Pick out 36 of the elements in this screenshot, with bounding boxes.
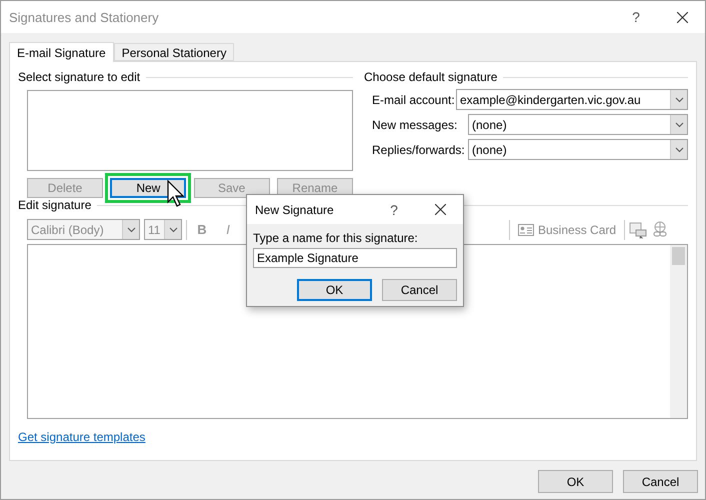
dialog-button[interactable]: OK — [297, 279, 372, 301]
field-label: Replies/forwards: — [372, 142, 466, 156]
section-heading: Select signature to edit — [18, 70, 140, 84]
dialog-button[interactable]: Cancel — [623, 470, 698, 493]
tab[interactable]: Personal Stationery — [114, 43, 234, 61]
close-icon[interactable] — [434, 204, 446, 215]
chevron-down-icon — [674, 146, 684, 152]
close-icon[interactable] — [676, 12, 688, 22]
chevron-down-icon — [126, 226, 136, 232]
field-label: E-mail account: — [372, 92, 456, 106]
section-heading: Edit signature — [18, 198, 92, 212]
dialog-button[interactable]: OK — [538, 470, 613, 493]
help-button[interactable]: ? — [613, 9, 659, 25]
tab[interactable]: E-mail Signature — [9, 42, 114, 62]
signature-editor[interactable] — [27, 244, 688, 419]
chevron-down-icon — [674, 122, 684, 128]
chevron-down-icon — [168, 226, 178, 232]
section-heading: Choose default signature — [364, 70, 498, 84]
help-button[interactable]: ? — [371, 202, 417, 218]
hyperlink-icon[interactable] — [651, 220, 670, 238]
dialog-title: New Signature — [255, 202, 335, 216]
templates-link[interactable]: Get signature templates — [18, 430, 146, 444]
prompt-label: Type a name for this signature: — [253, 231, 419, 245]
contact-card-icon — [518, 224, 534, 236]
signature-list[interactable] — [27, 90, 353, 171]
name-input[interactable]: Example Signature — [253, 248, 457, 268]
dropdown-field[interactable]: (none) — [468, 139, 688, 160]
dropdown-field[interactable]: (none) — [468, 114, 688, 135]
window-title: Signatures and Stationery — [9, 10, 160, 24]
chevron-down-icon — [674, 96, 684, 102]
dialog-button[interactable]: Cancel — [382, 279, 457, 301]
picture-icon[interactable] — [629, 220, 648, 238]
mouse-pointer-icon — [167, 180, 185, 208]
signature-button[interactable]: New — [110, 178, 186, 198]
field-label: New messages: — [372, 118, 458, 132]
dropdown-field[interactable]: example@kindergarten.vic.gov.au — [456, 89, 688, 110]
